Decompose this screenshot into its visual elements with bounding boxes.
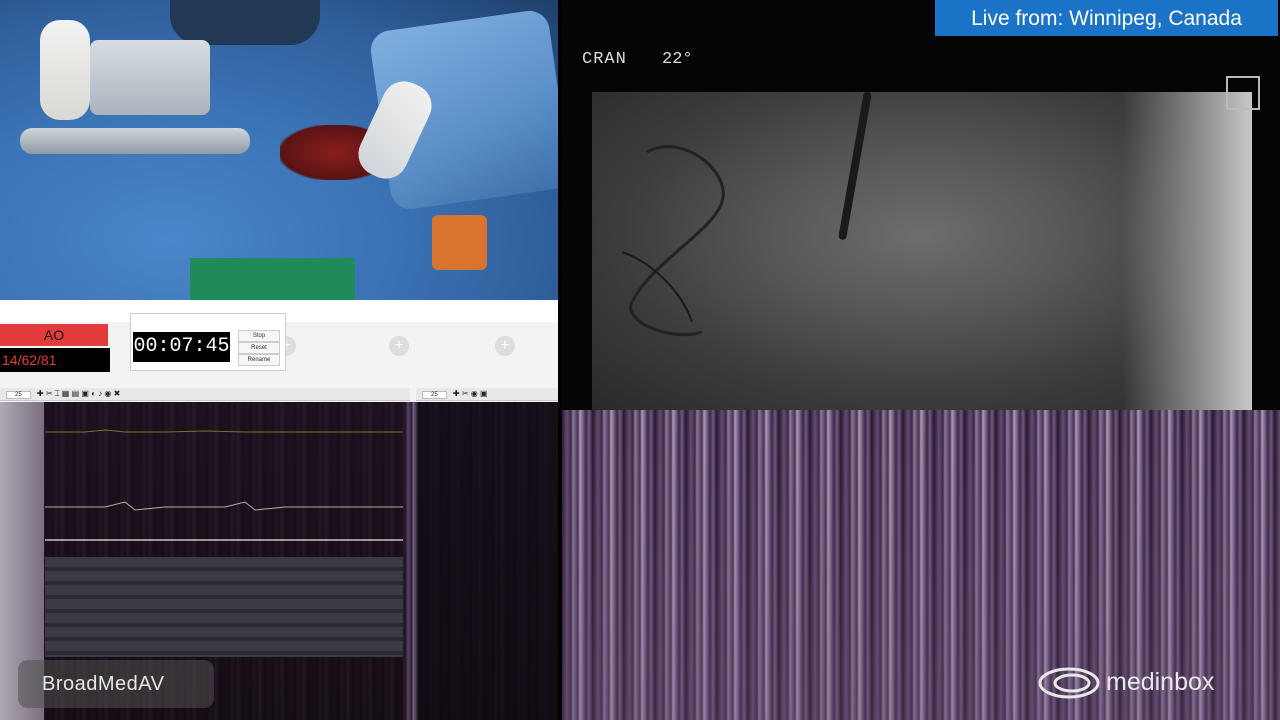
rename-button[interactable]: Rename (238, 354, 280, 366)
app-titlebar (0, 300, 558, 312)
toolbar-icons-2[interactable]: ✚ ✂ ◉ ▣ (453, 389, 488, 398)
secondary-waveform-panel (418, 402, 558, 720)
live-location-banner: Live from: Winnipeg, Canada (935, 0, 1278, 36)
orange-package (432, 215, 487, 270)
add-icon[interactable]: + (389, 336, 409, 356)
add-icon[interactable]: + (495, 336, 515, 356)
toolbar-icons[interactable]: ✚ ✂ ⌶ ▦ ▤ ▣ ◐ ♪ ◉ ✖ (37, 389, 120, 398)
green-towel (190, 258, 355, 300)
instrument-tray (90, 40, 210, 115)
procedure-timer: 00:07:45 (133, 332, 230, 362)
secondary-toolbar[interactable]: 25 ✚ ✂ ◉ ▣ (416, 388, 558, 401)
delivery-device (20, 128, 250, 154)
pressure-readout: 14/62/81 (0, 348, 110, 372)
gloved-hand-left (40, 20, 90, 120)
waveform-toolbar[interactable]: 25 ✚ ✂ ⌶ ▦ ▤ ▣ ◐ ♪ ◉ ✖ (0, 388, 410, 401)
scene-shadow (170, 0, 320, 45)
stop-button[interactable]: Stop (238, 330, 280, 342)
medinbox-logo-icon (1038, 667, 1100, 699)
reset-button[interactable]: Reset (238, 342, 280, 354)
image-highlight (1122, 92, 1252, 410)
frame-marker (1226, 76, 1260, 110)
angiography-feed: CRAN 22° (562, 0, 1280, 410)
projection-label: CRAN (582, 50, 627, 69)
scale-select-2[interactable]: 25 (422, 391, 447, 399)
ao-channel-label: AO (0, 324, 108, 346)
broadmed-watermark: BroadMedAV (42, 673, 165, 695)
projection-angle: 22° (662, 50, 693, 69)
glitch-bars (45, 557, 403, 657)
medinbox-watermark: medinbox (1106, 668, 1215, 696)
surgical-camera-feed (0, 0, 558, 300)
scale-select[interactable]: 25 (6, 391, 31, 399)
